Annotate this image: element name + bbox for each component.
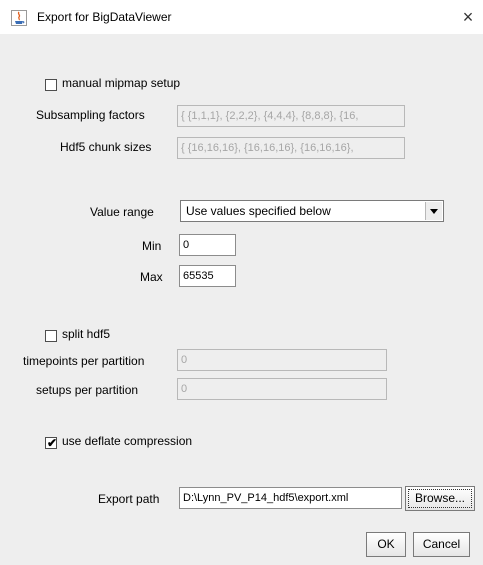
export-path-label: Export path (98, 492, 160, 506)
cancel-button[interactable]: Cancel (413, 532, 470, 557)
subsampling-factors-field[interactable]: { {1,1,1}, {2,2,2}, {4,4,4}, {8,8,8}, {1… (177, 105, 405, 127)
subsampling-factors-label: Subsampling factors (36, 108, 145, 122)
chunk-sizes-field[interactable]: { {16,16,16}, {16,16,16}, {16,16,16}, (177, 137, 405, 159)
manual-mipmap-checkbox[interactable] (45, 79, 57, 91)
check-mark-icon: ✔ (46, 436, 58, 450)
max-field[interactable]: 65535 (179, 265, 236, 287)
export-path-field[interactable]: D:\Lynn_PV_P14_hdf5\export.xml (179, 487, 402, 509)
dialog-content: manual mipmap setup Subsampling factors … (0, 34, 483, 565)
min-label: Min (142, 239, 162, 253)
setups-per-partition-label: setups per partition (36, 383, 139, 397)
close-icon: × (462, 7, 474, 27)
title-bar: Export for BigDataViewer × (0, 0, 483, 35)
export-dialog: Export for BigDataViewer × manual mipmap… (0, 0, 483, 565)
value-range-selected: Use values specified below (186, 204, 331, 218)
ok-button[interactable]: OK (366, 532, 406, 557)
deflate-compression-label: use deflate compression (62, 434, 193, 448)
dropdown-arrow[interactable] (425, 202, 442, 220)
split-hdf5-label: split hdf5 (62, 327, 111, 341)
max-label: Max (140, 270, 163, 284)
chunk-sizes-label: Hdf5 chunk sizes (60, 140, 152, 154)
value-range-label: Value range (90, 205, 154, 219)
chevron-down-icon (430, 209, 438, 214)
setups-per-partition-field[interactable]: 0 (177, 378, 387, 400)
split-hdf5-checkbox[interactable] (45, 330, 57, 342)
timepoints-per-partition-field[interactable]: 0 (177, 349, 387, 371)
timepoints-per-partition-label: timepoints per partition (23, 354, 145, 368)
close-button[interactable]: × (458, 7, 478, 27)
java-app-icon (11, 10, 27, 26)
manual-mipmap-label: manual mipmap setup (62, 76, 181, 90)
min-field[interactable]: 0 (179, 234, 236, 256)
browse-button[interactable]: Browse... (405, 486, 475, 511)
window-title: Export for BigDataViewer (37, 10, 172, 24)
value-range-dropdown[interactable]: Use values specified below (180, 200, 444, 222)
deflate-compression-checkbox[interactable]: ✔ (45, 436, 58, 450)
